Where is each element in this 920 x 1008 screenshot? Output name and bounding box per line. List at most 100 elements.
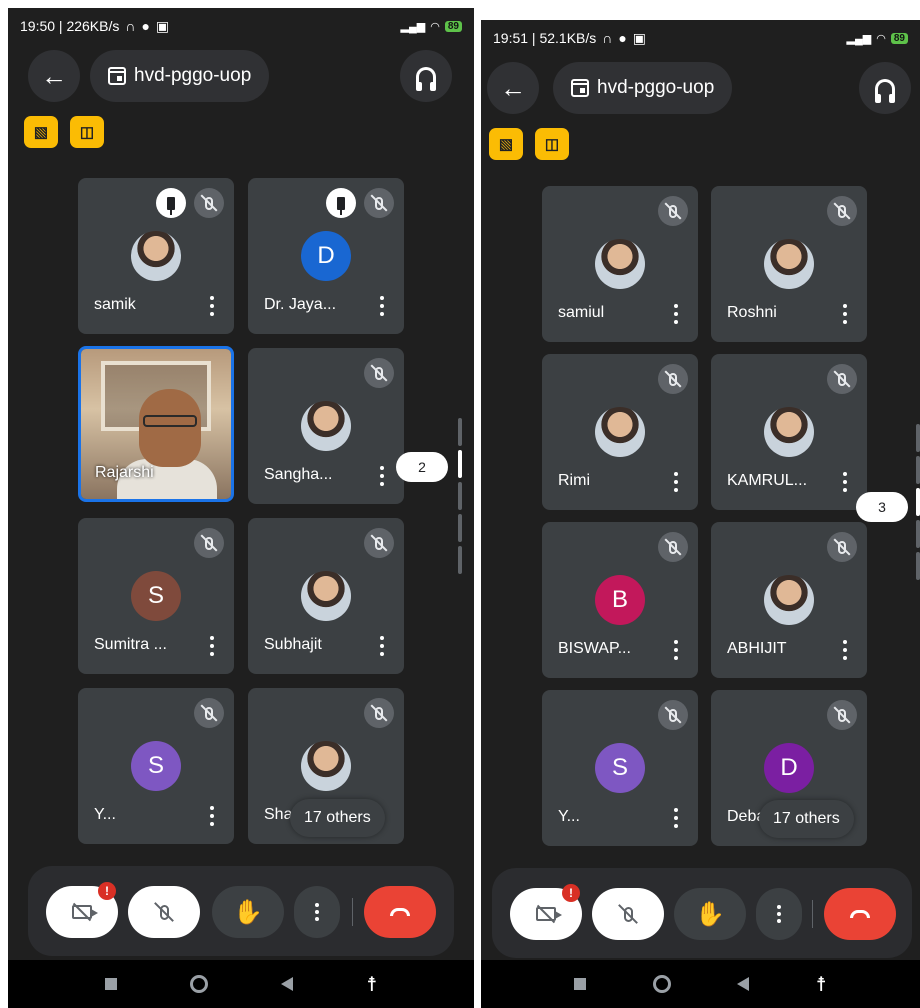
camera-toggle-button[interactable]: ! (46, 882, 118, 938)
back-arrow-icon: ← (41, 60, 67, 91)
participant-tile[interactable]: samiul (542, 186, 698, 342)
participant-tile[interactable]: S Y... (542, 690, 698, 846)
participant-tile[interactable]: D Dr. Jaya... (248, 178, 404, 334)
more-options-icon[interactable] (839, 302, 851, 326)
home-icon[interactable] (189, 975, 208, 993)
more-options-icon[interactable] (670, 470, 682, 494)
meeting-code-chip[interactable]: hvd-pggo-uop (90, 50, 270, 102)
participant-tile[interactable]: Roshni (711, 186, 867, 342)
status-time-speed: 19:51 | 52.1KB/s (493, 30, 597, 46)
audio-output-button[interactable] (400, 50, 452, 102)
door-lock-badge-icon[interactable]: ◫ (70, 116, 104, 148)
hand-icon: ✋ (233, 898, 263, 926)
raise-hand-button[interactable]: ✋ (212, 886, 284, 938)
wifi-icon: ◠ (430, 20, 440, 33)
alert-icon: ! (98, 882, 116, 900)
back-button[interactable]: ← (28, 50, 80, 102)
participant-name: BISWAP... (558, 640, 631, 657)
nav-back-icon[interactable] (281, 977, 294, 991)
participant-tile-active-video[interactable]: Rajarshi (78, 346, 234, 502)
battery-icon: 89 (444, 20, 462, 32)
more-options-icon[interactable] (206, 634, 218, 658)
signal-icon: ▂▄▆ (846, 32, 872, 45)
back-button[interactable]: ← (487, 62, 539, 114)
page-scroll-track[interactable] (916, 424, 920, 580)
mic-off-icon (658, 364, 688, 394)
divider (352, 898, 353, 926)
participant-avatar (595, 239, 645, 289)
participant-tile[interactable]: Sangha... (248, 348, 404, 504)
more-options-button[interactable] (756, 888, 802, 940)
more-options-icon[interactable] (839, 638, 851, 662)
accessibility-icon[interactable]: ☨ (816, 972, 827, 997)
camera-lock-badge-icon[interactable]: ▧ (24, 116, 58, 148)
participant-avatar (764, 407, 814, 457)
participant-tile[interactable]: S Sumitra ... (78, 518, 234, 674)
more-options-icon[interactable] (206, 804, 218, 828)
accessibility-icon[interactable]: ☨ (366, 972, 377, 997)
more-options-icon[interactable] (376, 634, 388, 658)
recents-icon[interactable] (104, 978, 117, 990)
youtube-icon: ▣ (155, 17, 170, 34)
page-scroll-track[interactable] (458, 418, 462, 574)
recents-icon[interactable] (574, 978, 587, 990)
audio-output-button[interactable] (859, 62, 911, 114)
more-options-icon[interactable] (670, 806, 682, 830)
participant-name: KAMRUL... (727, 472, 808, 489)
call-controls: ! ✋ (492, 868, 912, 958)
raise-hand-button[interactable]: ✋ (674, 888, 746, 940)
others-button[interactable]: 17 others (759, 800, 854, 838)
end-call-button[interactable] (824, 888, 896, 940)
more-options-button[interactable] (294, 886, 340, 938)
mic-off-icon (658, 532, 688, 562)
more-options-icon[interactable] (839, 470, 851, 494)
participant-avatar (131, 231, 181, 281)
record-dot-icon: ● (618, 30, 627, 46)
mic-off-icon (827, 700, 857, 730)
participant-avatar (764, 575, 814, 625)
pin-icon[interactable] (156, 188, 186, 218)
notification-icons: ∩ ● ▣ (125, 18, 169, 35)
more-options-icon[interactable] (670, 638, 682, 662)
participant-tile[interactable]: Subhajit (248, 518, 404, 674)
record-dot-icon: ● (141, 18, 150, 34)
nav-back-icon[interactable] (737, 977, 750, 991)
participant-tile[interactable]: KAMRUL... (711, 354, 867, 510)
camera-lock-badge-icon[interactable]: ▧ (489, 128, 523, 160)
mic-off-icon (364, 188, 394, 218)
status-bar: 19:51 | 52.1KB/s ∩ ● ▣ ▂▄▆ ◠ 89 (481, 20, 920, 56)
others-button[interactable]: 17 others (290, 799, 385, 837)
participant-tile[interactable]: samik (78, 178, 234, 334)
door-lock-badge-icon[interactable]: ◫ (535, 128, 569, 160)
alert-icon: ! (562, 884, 580, 902)
more-options-icon[interactable] (376, 464, 388, 488)
mic-off-icon (159, 904, 169, 920)
more-vert-icon (777, 905, 781, 923)
page-indicator: 2 (396, 452, 448, 482)
mic-off-icon (364, 528, 394, 558)
pin-icon[interactable] (326, 188, 356, 218)
end-call-button[interactable] (364, 886, 436, 938)
meeting-code: hvd-pggo-uop (597, 77, 715, 98)
meeting-code: hvd-pggo-uop (134, 65, 252, 86)
participant-tile[interactable]: B BISWAP... (542, 522, 698, 678)
more-options-icon[interactable] (376, 294, 388, 318)
mic-toggle-button[interactable] (128, 886, 200, 938)
camera-toggle-button[interactable]: ! (510, 884, 582, 940)
calendar-icon (108, 67, 126, 85)
participant-tile[interactable]: Rimi (542, 354, 698, 510)
meeting-code-chip[interactable]: hvd-pggo-uop (553, 62, 733, 114)
mic-toggle-button[interactable] (592, 888, 664, 940)
mic-off-icon (827, 196, 857, 226)
participant-avatar: S (595, 743, 645, 793)
home-icon[interactable] (652, 975, 671, 993)
mic-off-icon (658, 196, 688, 226)
mic-off-icon (623, 906, 633, 922)
camera-off-icon (72, 905, 98, 919)
camera-off-icon (536, 907, 562, 921)
more-options-icon[interactable] (670, 302, 682, 326)
more-options-icon[interactable] (206, 294, 218, 318)
participant-tile[interactable]: ABHIJIT (711, 522, 867, 678)
mic-off-icon (194, 698, 224, 728)
participant-tile[interactable]: S Y... (78, 688, 234, 844)
